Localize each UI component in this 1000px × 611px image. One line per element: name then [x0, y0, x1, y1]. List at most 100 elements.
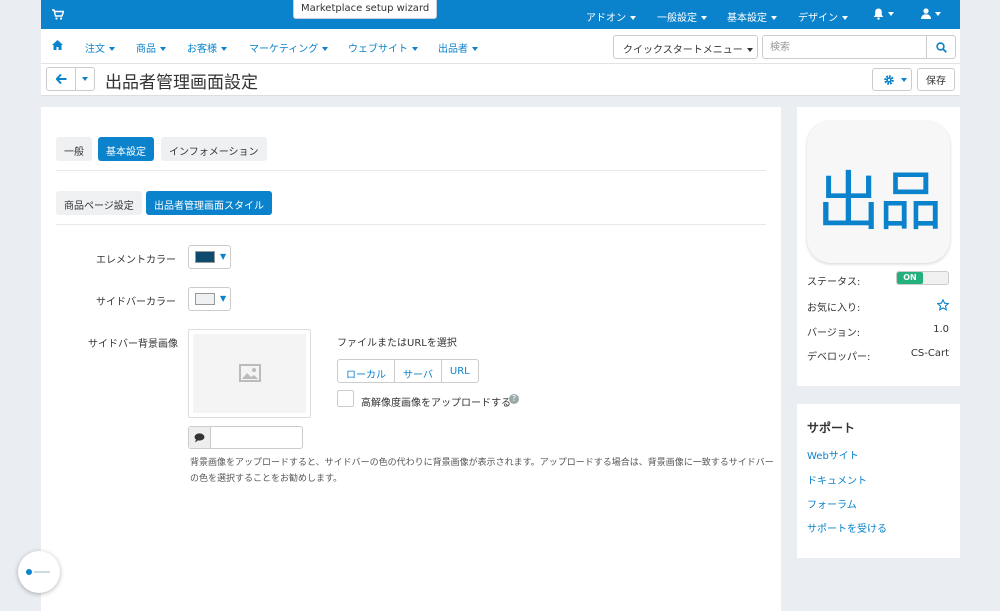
nav-label: 出品者 — [438, 44, 468, 55]
nav-marketing[interactable]: マーケティング — [249, 40, 329, 55]
support-link-forum[interactable]: フォーラム — [807, 496, 857, 511]
settings-panel: 一般 基本設定 インフォメーション 商品ページ設定 出品者管理画面スタイル エレ… — [41, 107, 781, 611]
star-icon[interactable] — [937, 299, 949, 311]
top-menu-label: 一般設定 — [657, 13, 697, 24]
addon-info-card: 出品 ステータス: ON お気に入り: バージョン: 1.0 デベロッパー: C… — [797, 107, 960, 386]
caret-down-icon — [322, 47, 329, 51]
nav-orders[interactable]: 注文 — [85, 40, 115, 55]
caret-down-icon — [901, 78, 907, 82]
caret-down-icon — [771, 16, 777, 20]
addon-logo: 出品 — [807, 121, 950, 263]
caret-down-icon — [412, 47, 418, 51]
main-navigation: 注文 商品 お客様 マーケティング ウェブサイト 出品者 クイックスタートメニュ… — [41, 29, 960, 64]
caret-down-icon — [935, 12, 941, 16]
home-icon[interactable] — [52, 40, 63, 50]
caret-down-icon — [630, 16, 636, 20]
tab-general[interactable]: 一般 — [56, 137, 92, 161]
back-button[interactable] — [46, 67, 76, 91]
image-placeholder-icon — [239, 364, 261, 382]
marketplace-setup-wizard-button[interactable]: Marketplace setup wizard — [293, 0, 438, 19]
sidebar-image-label: サイドバー背景画像 — [88, 339, 178, 350]
nav-customers[interactable]: お客様 — [187, 40, 227, 55]
page-title: 出品者管理画面設定 — [105, 73, 258, 93]
nav-website[interactable]: ウェブサイト — [348, 40, 418, 55]
tab-information[interactable]: インフォメーション — [161, 137, 267, 161]
divider — [56, 224, 766, 225]
element-color-label: エレメントカラー — [96, 255, 176, 266]
alt-text-field[interactable] — [188, 426, 303, 449]
support-link-website[interactable]: Webサイト — [807, 447, 859, 462]
nav-products[interactable]: 商品 — [136, 40, 166, 55]
nav-label: ウェブサイト — [348, 44, 408, 55]
chat-widget-button[interactable] — [18, 551, 60, 593]
search-icon — [936, 42, 947, 53]
tab-basic-settings[interactable]: 基本設定 — [98, 137, 154, 161]
nav-label: 商品 — [136, 44, 156, 55]
image-preview — [188, 329, 311, 418]
support-title: サポート — [807, 421, 856, 435]
top-menu-basic-settings[interactable]: 基本設定 — [727, 9, 777, 24]
nav-label: マーケティング — [249, 44, 319, 55]
bell-icon — [873, 8, 884, 20]
sidebar-color-picker[interactable]: ▼ — [188, 287, 231, 311]
caret-down-icon — [160, 47, 166, 51]
top-menu-label: 基本設定 — [727, 13, 767, 24]
element-color-swatch — [195, 251, 215, 263]
user-icon — [921, 8, 931, 19]
nav-vendors[interactable]: 出品者 — [438, 40, 478, 55]
top-menu-design[interactable]: デザイン — [798, 9, 848, 24]
help-text: 背景画像をアップロードすると、サイドバーの色の代わりに背景画像が表示されます。ア… — [190, 458, 774, 484]
widget-logo-icon — [26, 569, 32, 575]
status-label: ステータス: — [807, 277, 861, 288]
version-label: バージョン: — [807, 328, 861, 339]
search-button[interactable] — [926, 35, 956, 59]
user-menu-button[interactable] — [921, 8, 941, 22]
quick-start-label: クイックスタートメニュー — [623, 45, 743, 56]
addon-logo-text: 出品 — [816, 166, 943, 240]
settings-dropdown-button[interactable] — [872, 68, 912, 91]
server-source-button[interactable]: サーバ — [395, 360, 442, 382]
nav-label: 注文 — [85, 44, 105, 55]
quick-start-menu-button[interactable]: クイックスタートメニュー — [613, 35, 758, 59]
support-card: サポート Webサイト ドキュメント フォーラム サポートを受ける — [797, 404, 960, 558]
support-link-documentation[interactable]: ドキュメント — [807, 472, 867, 487]
file-source-group: ローカル サーバ URL — [337, 359, 479, 383]
save-button[interactable]: 保存 — [917, 68, 955, 91]
top-menu-general-settings[interactable]: 一般設定 — [657, 9, 707, 24]
nav-label: お客様 — [187, 44, 217, 55]
arrow-left-icon — [56, 74, 67, 84]
url-source-button[interactable]: URL — [442, 360, 478, 382]
sidebar-color-label: サイドバーカラー — [96, 297, 176, 308]
hires-checkbox[interactable] — [337, 390, 354, 407]
favorite-label: お気に入り: — [807, 303, 861, 314]
gear-icon — [884, 75, 894, 85]
caret-down-icon — [701, 16, 707, 20]
file-select-label: ファイルまたはURLを選択 — [337, 338, 457, 349]
caret-down-icon: ▼ — [220, 294, 227, 303]
top-menu-addons[interactable]: アドオン — [586, 9, 636, 24]
notifications-button[interactable] — [873, 8, 894, 23]
cart-icon[interactable] — [52, 9, 64, 20]
caret-down-icon — [221, 47, 227, 51]
history-dropdown-button[interactable] — [75, 67, 95, 91]
support-link-get-support[interactable]: サポートを受ける — [807, 520, 887, 535]
status-toggle[interactable]: ON — [896, 271, 949, 285]
caret-down-icon: ▼ — [220, 252, 227, 261]
sidebar-color-swatch — [195, 293, 215, 305]
subtab-vendor-panel-style[interactable]: 出品者管理画面スタイル — [146, 191, 272, 215]
top-bar: Marketplace setup wizard アドオン 一般設定 基本設定 … — [41, 0, 960, 29]
alt-text-addon — [189, 427, 211, 448]
page-header: 出品者管理画面設定 保存 — [41, 64, 960, 96]
local-source-button[interactable]: ローカル — [338, 360, 395, 382]
hires-label: 高解像度画像をアップロードする — [361, 398, 511, 409]
caret-down-icon — [842, 16, 848, 20]
developer-value: CS-Cart — [910, 348, 949, 359]
subtab-product-page-settings[interactable]: 商品ページ設定 — [56, 191, 142, 215]
caret-down-icon — [888, 12, 894, 16]
caret-down-icon — [472, 47, 478, 51]
top-menu-label: デザイン — [798, 13, 838, 24]
caret-down-icon — [82, 77, 88, 81]
element-color-picker[interactable]: ▼ — [188, 245, 231, 269]
help-icon[interactable]: ? — [509, 394, 519, 404]
search-input[interactable] — [762, 35, 926, 59]
